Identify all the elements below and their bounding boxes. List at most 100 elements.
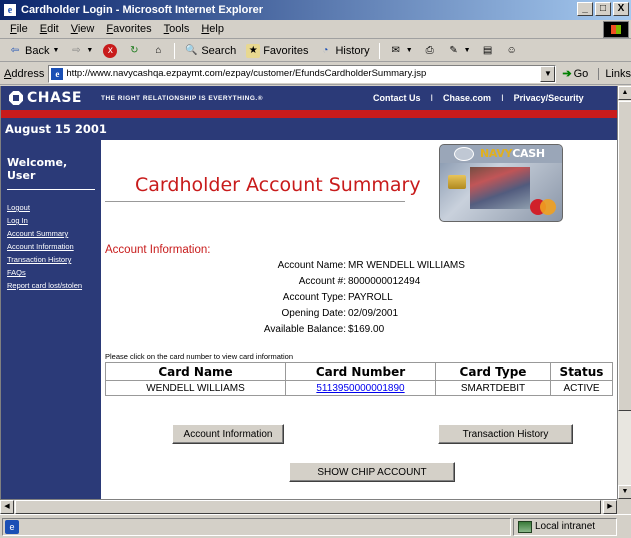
print-button[interactable]: ⎙	[419, 41, 441, 61]
links-toolbar[interactable]: Links	[598, 67, 631, 80]
print-icon: ⎙	[425, 44, 434, 56]
back-button[interactable]: ⇦ Back ▼	[4, 41, 63, 61]
field-label: Opening Date:	[281, 308, 347, 319]
sidebar-item-logout[interactable]: Logout	[7, 203, 101, 212]
search-button[interactable]: 🔍 Search	[180, 41, 240, 61]
field-value: $169.00	[348, 324, 385, 335]
forward-dropdown-icon: ▼	[86, 47, 94, 54]
menu-help[interactable]: Help	[195, 23, 230, 35]
menu-edit[interactable]: Edit	[34, 23, 65, 35]
navy-cash-card-image: NAVYCASH	[439, 144, 563, 222]
address-dropdown-icon[interactable]: ▼	[540, 65, 556, 82]
window-controls: _ □ X	[577, 2, 629, 16]
menu-favorites[interactable]: Favorites	[100, 23, 157, 35]
mail-icon: ✉	[391, 44, 400, 56]
field-label: Available Balance:	[263, 324, 346, 335]
messenger-icon: ☺	[506, 44, 517, 56]
history-button[interactable]: ◔ History	[314, 41, 373, 61]
edit-icon: ✎	[449, 44, 458, 56]
edit-button[interactable]: ✎ ▼	[443, 41, 475, 61]
table-row: WENDELL WILLIAMS 5113950000001890 SMARTD…	[105, 380, 613, 396]
column-header: Card Type	[435, 362, 551, 381]
sidebar-item-account-summary[interactable]: Account Summary	[7, 229, 101, 238]
field-label: Account Type:	[282, 292, 346, 303]
card-number-cell: 5113950000001890	[285, 380, 436, 396]
scroll-left-icon[interactable]: ◀	[0, 500, 14, 514]
show-chip-account-button[interactable]: SHOW CHIP ACCOUNT	[289, 462, 455, 482]
menu-tools[interactable]: Tools	[158, 23, 196, 35]
windows-logo-icon	[603, 21, 629, 38]
scroll-down-icon[interactable]: ▼	[618, 485, 631, 499]
chase-header: CHASE THE RIGHT RELATIONSHIP IS EVERYTHI…	[1, 86, 617, 110]
stop-button[interactable]: x	[99, 41, 121, 61]
address-input[interactable]: e http://www.navycashqa.ezpaymt.com/ezpa…	[48, 64, 557, 83]
home-icon: ⌂	[155, 44, 162, 56]
h-scroll-thumb[interactable]	[15, 500, 601, 514]
maximize-button[interactable]: □	[595, 2, 611, 16]
ie-icon: e	[3, 3, 17, 17]
field-label: Account Name:	[277, 260, 346, 271]
go-button[interactable]: ➔ Go	[562, 67, 589, 81]
card-number-link[interactable]: 5113950000001890	[316, 383, 404, 394]
chase-logo[interactable]: CHASE	[1, 90, 101, 106]
sidebar-item-report-lost-stolen[interactable]: Report card lost/stolen	[7, 281, 101, 290]
toolbar-separator	[378, 42, 380, 59]
minimize-button[interactable]: _	[577, 2, 593, 16]
sidebar-item-log-in[interactable]: Log In	[7, 216, 101, 225]
account-information-button[interactable]: Account Information	[172, 424, 284, 444]
discuss-button[interactable]: ▤	[477, 41, 499, 61]
field-value: 8000000012494	[348, 276, 421, 287]
sidebar-item-faqs[interactable]: FAQs	[7, 268, 101, 277]
vertical-scrollbar[interactable]: ▲ ▼	[617, 86, 631, 499]
scroll-up-icon[interactable]: ▲	[618, 86, 631, 100]
red-band	[1, 110, 617, 118]
card-brand-suffix: CASH	[512, 147, 545, 160]
link-separator: I	[430, 93, 434, 103]
home-button[interactable]: ⌂	[147, 41, 169, 61]
contact-us-link[interactable]: Contact Us	[373, 93, 421, 103]
account-type-row: Account Type: PAYROLL	[105, 290, 615, 306]
scroll-thumb[interactable]	[618, 101, 631, 411]
chase-com-link[interactable]: Chase.com	[443, 93, 491, 103]
top-links: Contact Us I Chase.com I Privacy/Securit…	[373, 93, 584, 103]
menu-file[interactable]: File	[4, 23, 34, 35]
page-done-icon: e	[5, 519, 19, 534]
available-balance-row: Available Balance: $169.00	[105, 322, 615, 338]
history-icon: ◔	[322, 44, 329, 56]
column-header: Card Number	[285, 362, 436, 381]
sidebar-item-account-information[interactable]: Account Information	[7, 242, 101, 251]
privacy-security-link[interactable]: Privacy/Security	[514, 93, 584, 103]
search-icon: 🔍	[185, 44, 198, 56]
mastercard-logo-icon	[530, 199, 556, 215]
account-details: Account Name: MR WENDELL WILLIAMS Accoun…	[105, 258, 615, 338]
toolbar-separator	[174, 42, 176, 59]
refresh-icon: ↻	[130, 44, 139, 56]
scroll-right-icon[interactable]: ▶	[603, 500, 617, 514]
browser-viewport: CHASE THE RIGHT RELATIONSHIP IS EVERYTHI…	[0, 86, 617, 499]
card-table-hint: Please click on the card number to view …	[105, 352, 294, 361]
menu-view[interactable]: View	[65, 23, 101, 35]
date-bar: August 15 2001	[1, 118, 617, 140]
transaction-history-button[interactable]: Transaction History	[438, 424, 573, 444]
card-photo	[470, 167, 530, 209]
back-label: Back	[25, 44, 50, 57]
card-name-cell: WENDELL WILLIAMS	[105, 380, 286, 396]
close-button[interactable]: X	[613, 2, 629, 16]
main-content: Cardholder Account Summary NAVYCASH Acco…	[101, 140, 617, 499]
opening-date-row: Opening Date: 02/09/2001	[105, 306, 615, 322]
link-separator: I	[501, 93, 504, 103]
sidebar-item-transaction-history[interactable]: Transaction History	[7, 255, 101, 264]
forward-button[interactable]: ⇨ ▼	[65, 41, 97, 61]
account-name-row: Account Name: MR WENDELL WILLIAMS	[105, 258, 615, 274]
account-info-heading: Account Information:	[105, 244, 211, 256]
table-header-row: Card Name Card Number Card Type Status	[105, 362, 613, 381]
favorites-button[interactable]: ★ Favorites	[242, 41, 312, 61]
card-status-cell: ACTIVE	[550, 380, 613, 396]
messenger-button[interactable]: ☺	[501, 41, 523, 61]
horizontal-scrollbar[interactable]: ◀ ▶	[0, 499, 617, 514]
refresh-button[interactable]: ↻	[123, 41, 145, 61]
mail-button[interactable]: ✉ ▼	[385, 41, 417, 61]
go-label: Go	[573, 67, 589, 80]
card-type-cell: SMARTDEBIT	[435, 380, 551, 396]
card-brand-prefix: NAVY	[480, 147, 513, 160]
